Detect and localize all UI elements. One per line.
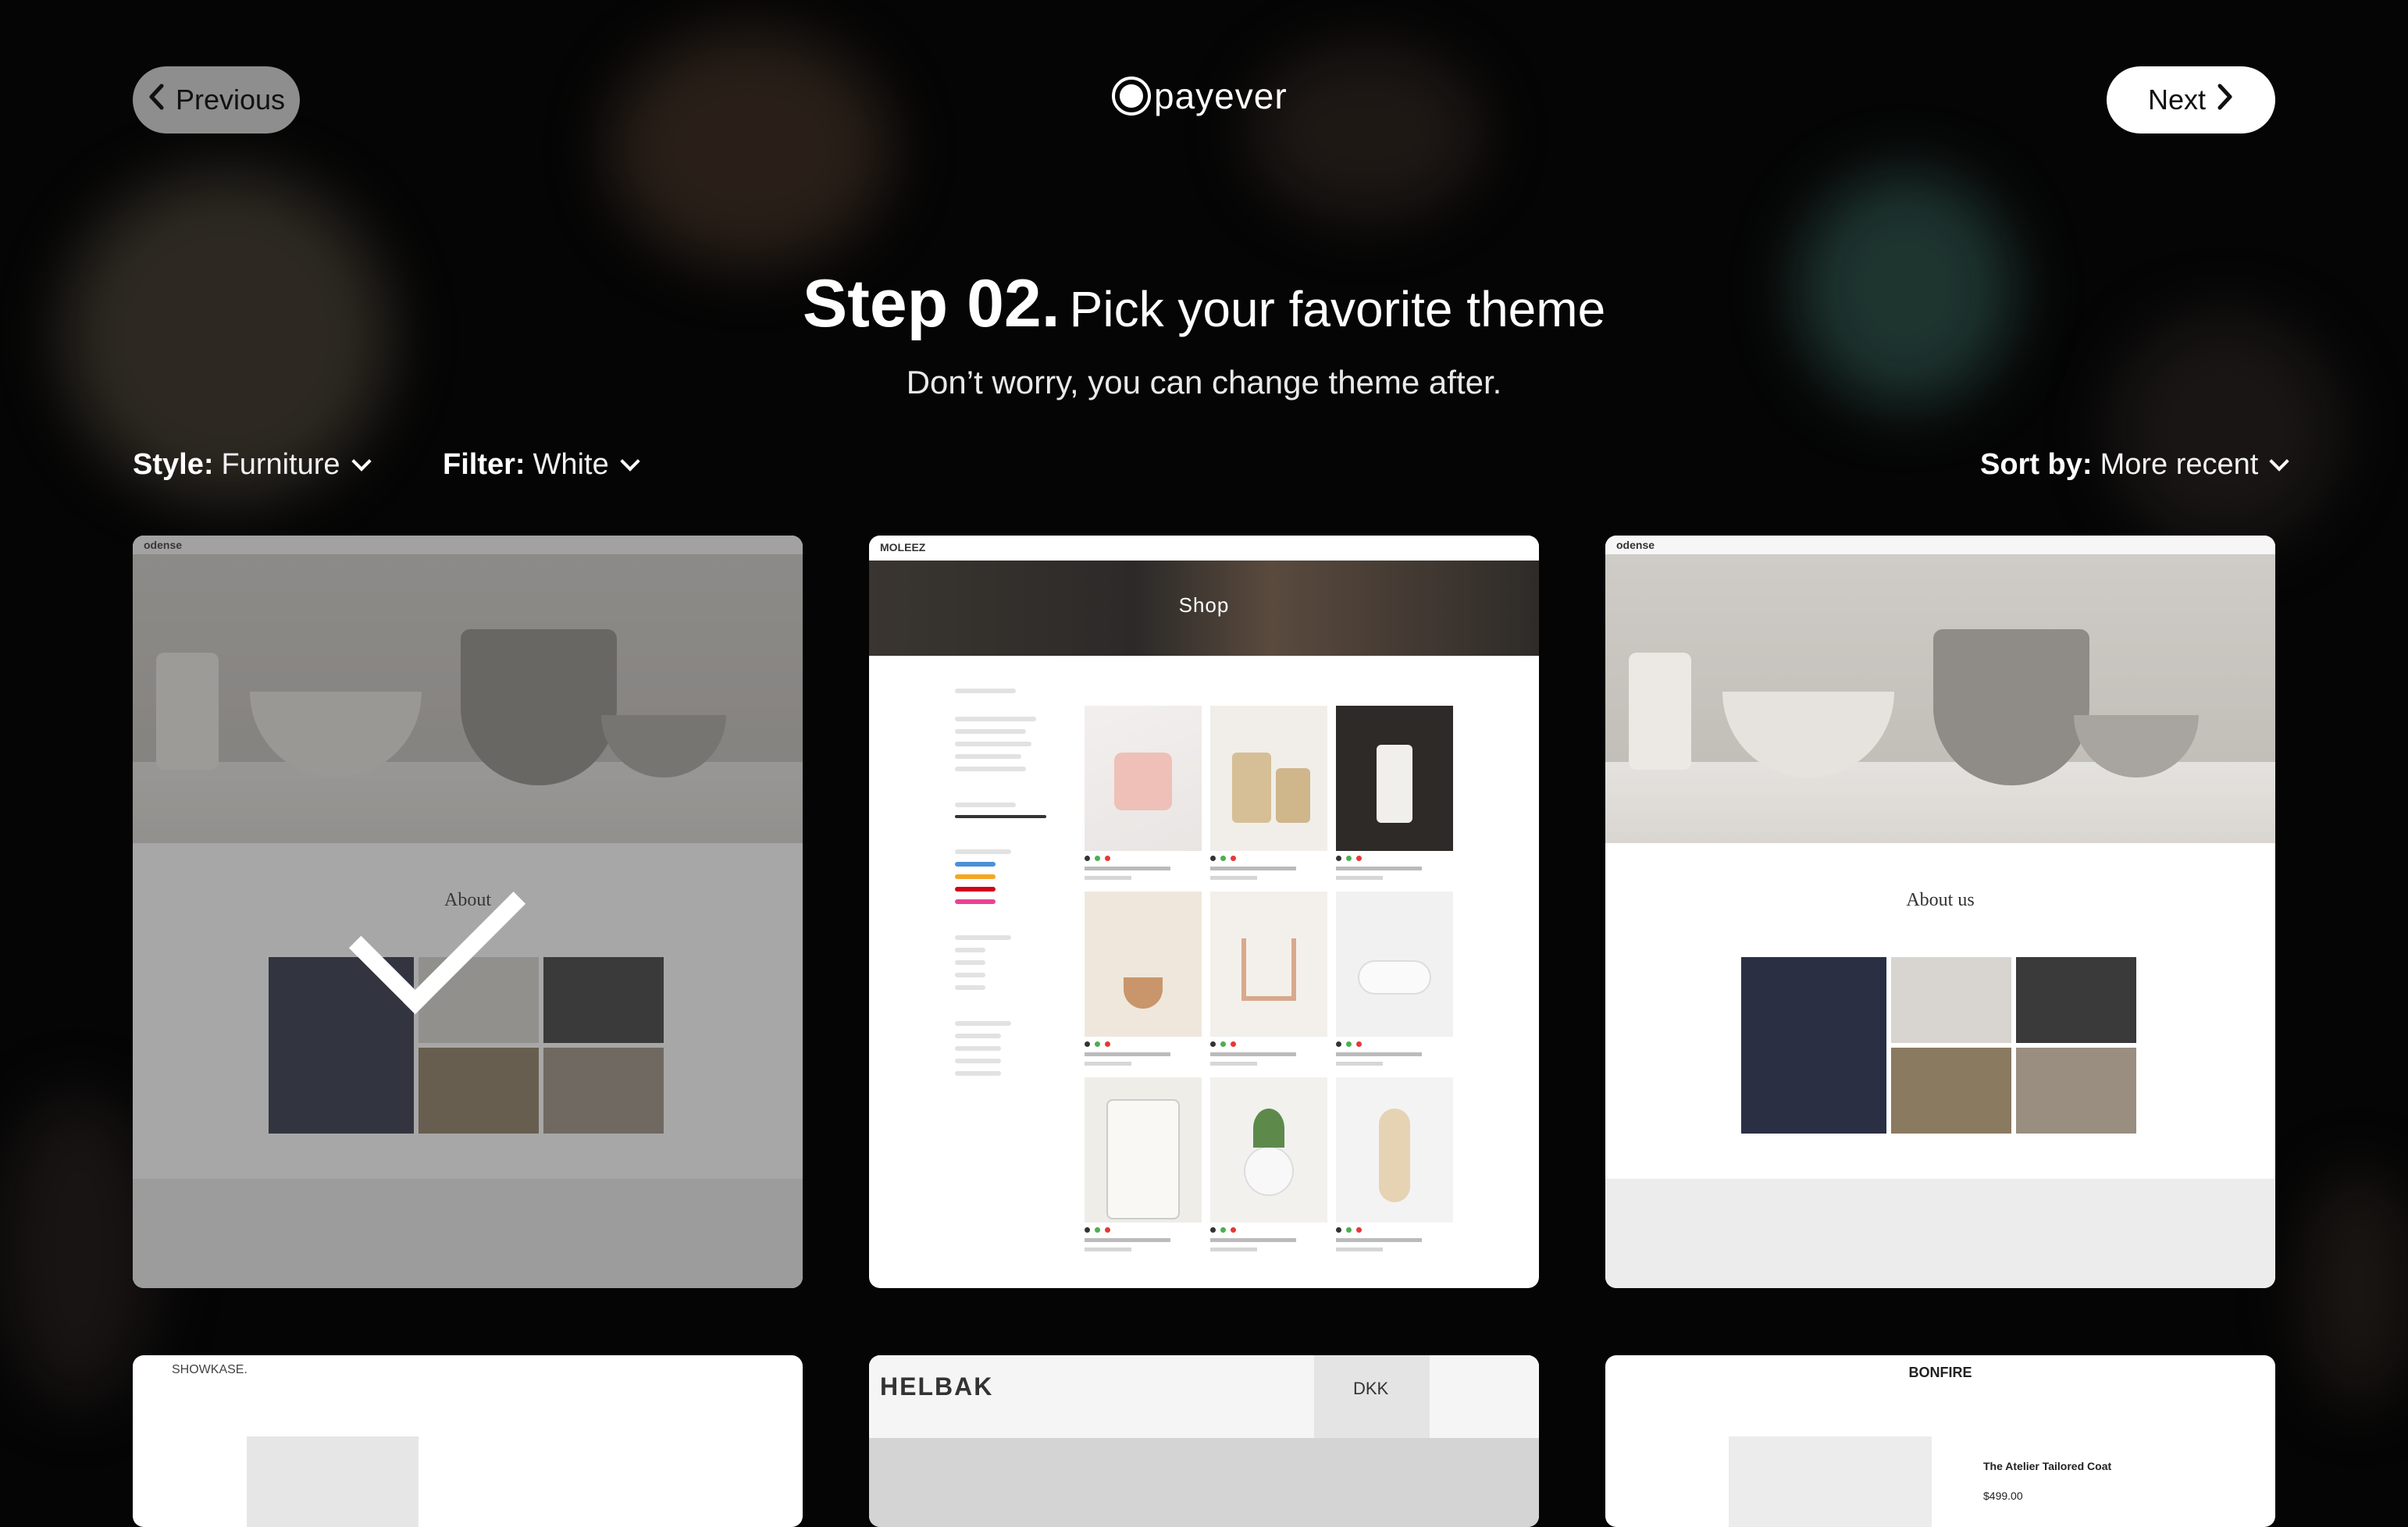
chevron-left-icon: [148, 84, 165, 117]
product-tile: [1085, 1077, 1202, 1251]
chevron-down-icon: [2269, 450, 2290, 472]
product-title: The Atelier Tailored Coat: [1983, 1460, 2112, 1472]
product-tile: [1210, 706, 1327, 880]
theme-card-helbak[interactable]: HELBAK DKK: [869, 1355, 1539, 1527]
logo-mark-icon: [1112, 77, 1151, 116]
sort-value: More recent: [2100, 448, 2259, 481]
theme-brand: HELBAK: [880, 1372, 994, 1401]
shop-banner-title: Shop: [1178, 593, 1230, 617]
sort-dropdown[interactable]: Sort by: More recent: [1980, 448, 2290, 482]
chevron-right-icon: [2217, 84, 2234, 117]
product-tile: [1336, 706, 1453, 880]
style-dropdown[interactable]: Style: Furniture: [133, 448, 372, 482]
page-subtitle: Don’t worry, you can change theme after.: [906, 364, 1502, 400]
product-tile: [1336, 1077, 1453, 1251]
top-bar: Previous payever Next: [0, 0, 2408, 203]
product-tile: [1085, 892, 1202, 1066]
theme-card-moleez[interactable]: MOLEEZ Shop: [869, 536, 1539, 1288]
previous-button[interactable]: Previous: [133, 66, 300, 133]
filter-value: White: [533, 448, 609, 481]
theme-preview-nav: MOLEEZ: [869, 536, 1539, 561]
bokeh-blob: [2303, 1171, 2408, 1405]
next-button[interactable]: Next: [2107, 66, 2275, 133]
theme-brand: SHOWKASE.: [172, 1363, 248, 1376]
filter-dropdown[interactable]: Filter: White: [443, 448, 640, 482]
currency-selector: DKK: [1353, 1379, 1389, 1398]
theme-card-bonfire[interactable]: BONFIRE The Atelier Tailored Coat $499.0…: [1605, 1355, 2275, 1527]
theme-card-showkase[interactable]: SHOWKASE.: [133, 1355, 803, 1527]
theme-preview-sidebar: [955, 681, 1056, 1173]
next-label: Next: [2147, 84, 2207, 116]
step-title: Pick your favorite theme: [1069, 281, 1606, 337]
theme-brand: MOLEEZ: [880, 541, 926, 553]
theme-about-title: About us: [1906, 890, 1975, 910]
chevron-down-icon: [351, 450, 372, 472]
previous-label: Previous: [175, 84, 286, 116]
theme-brand: odense: [1616, 539, 1655, 551]
style-value: Furniture: [221, 448, 340, 481]
product-tile: [1210, 892, 1327, 1066]
sort-label: Sort by:: [1980, 448, 2093, 481]
product-price: $499.00: [1983, 1490, 2023, 1502]
theme-preview-nav: odense: [1605, 536, 2275, 554]
step-number: Step 02.: [802, 266, 1060, 341]
product-tile: [1210, 1077, 1327, 1251]
product-tile: [1336, 892, 1453, 1066]
logo-text: payever: [1154, 76, 1288, 116]
payever-logo: payever: [1112, 75, 1288, 117]
theme-card-odense-selected[interactable]: odense About: [133, 536, 803, 1288]
style-label: Style:: [133, 448, 214, 481]
filter-label: Filter:: [443, 448, 525, 481]
page-title: Step 02. Pick your favorite theme: [0, 265, 2408, 343]
theme-brand: BONFIRE: [1908, 1365, 1972, 1380]
bokeh-blob: [2108, 312, 2342, 546]
theme-card-odense[interactable]: odense About us: [1605, 536, 2275, 1288]
product-tile: [1085, 706, 1202, 880]
chevron-down-icon: [619, 450, 640, 472]
